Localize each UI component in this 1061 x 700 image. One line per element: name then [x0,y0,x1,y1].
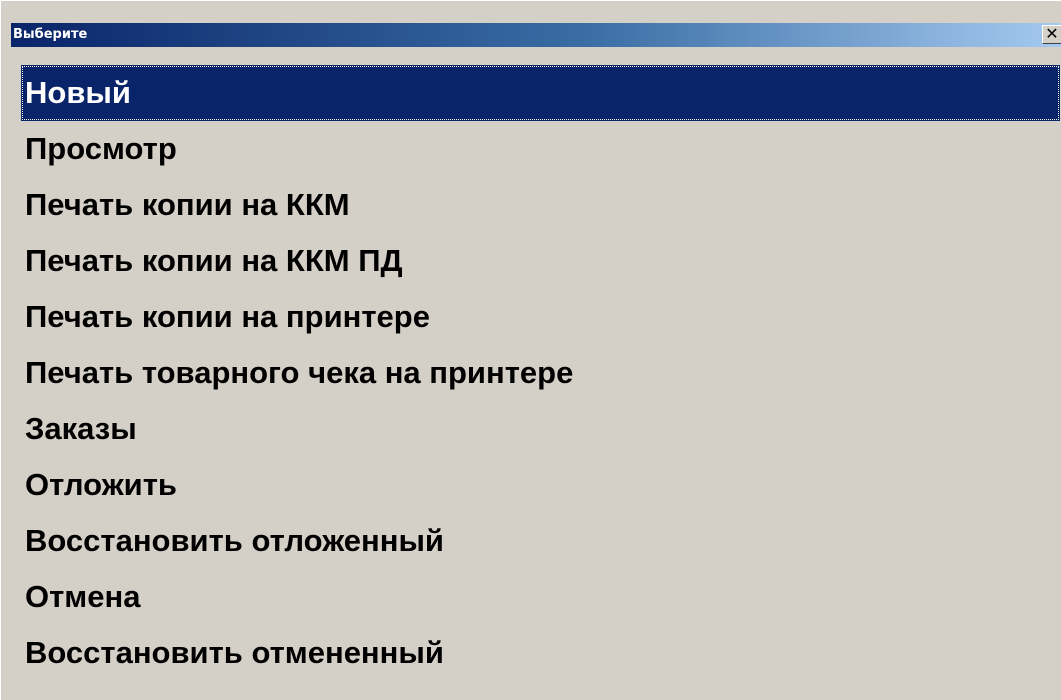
window-title: Выберите [13,27,88,42]
list-item-print-receipt-printer[interactable]: Печать товарного чека на принтере [21,345,1061,401]
list-item-restore-cancelled[interactable]: Восстановить отмененный [21,625,1061,681]
list-item-view[interactable]: Просмотр [21,121,1061,177]
list-item-orders[interactable]: Заказы [21,401,1061,457]
options-list[interactable]: Новый Просмотр Печать копии на ККМ Печат… [21,65,1061,681]
close-button[interactable]: ✕ [1042,25,1061,44]
list-item-print-copy-printer[interactable]: Печать копии на принтере [21,289,1061,345]
list-item-print-copy-kkm[interactable]: Печать копии на ККМ [21,177,1061,233]
list-item-new[interactable]: Новый [21,65,1060,121]
select-dialog: Выберите ✕ Новый Просмотр Печать копии н… [0,0,1061,700]
list-item-cancel[interactable]: Отмена [21,569,1061,625]
title-bar[interactable]: Выберите ✕ [11,23,1061,47]
list-item-print-copy-kkm-pd[interactable]: Печать копии на ККМ ПД [21,233,1061,289]
list-item-postpone[interactable]: Отложить [21,457,1061,513]
close-icon: ✕ [1045,24,1059,43]
list-item-restore-postponed[interactable]: Восстановить отложенный [21,513,1061,569]
